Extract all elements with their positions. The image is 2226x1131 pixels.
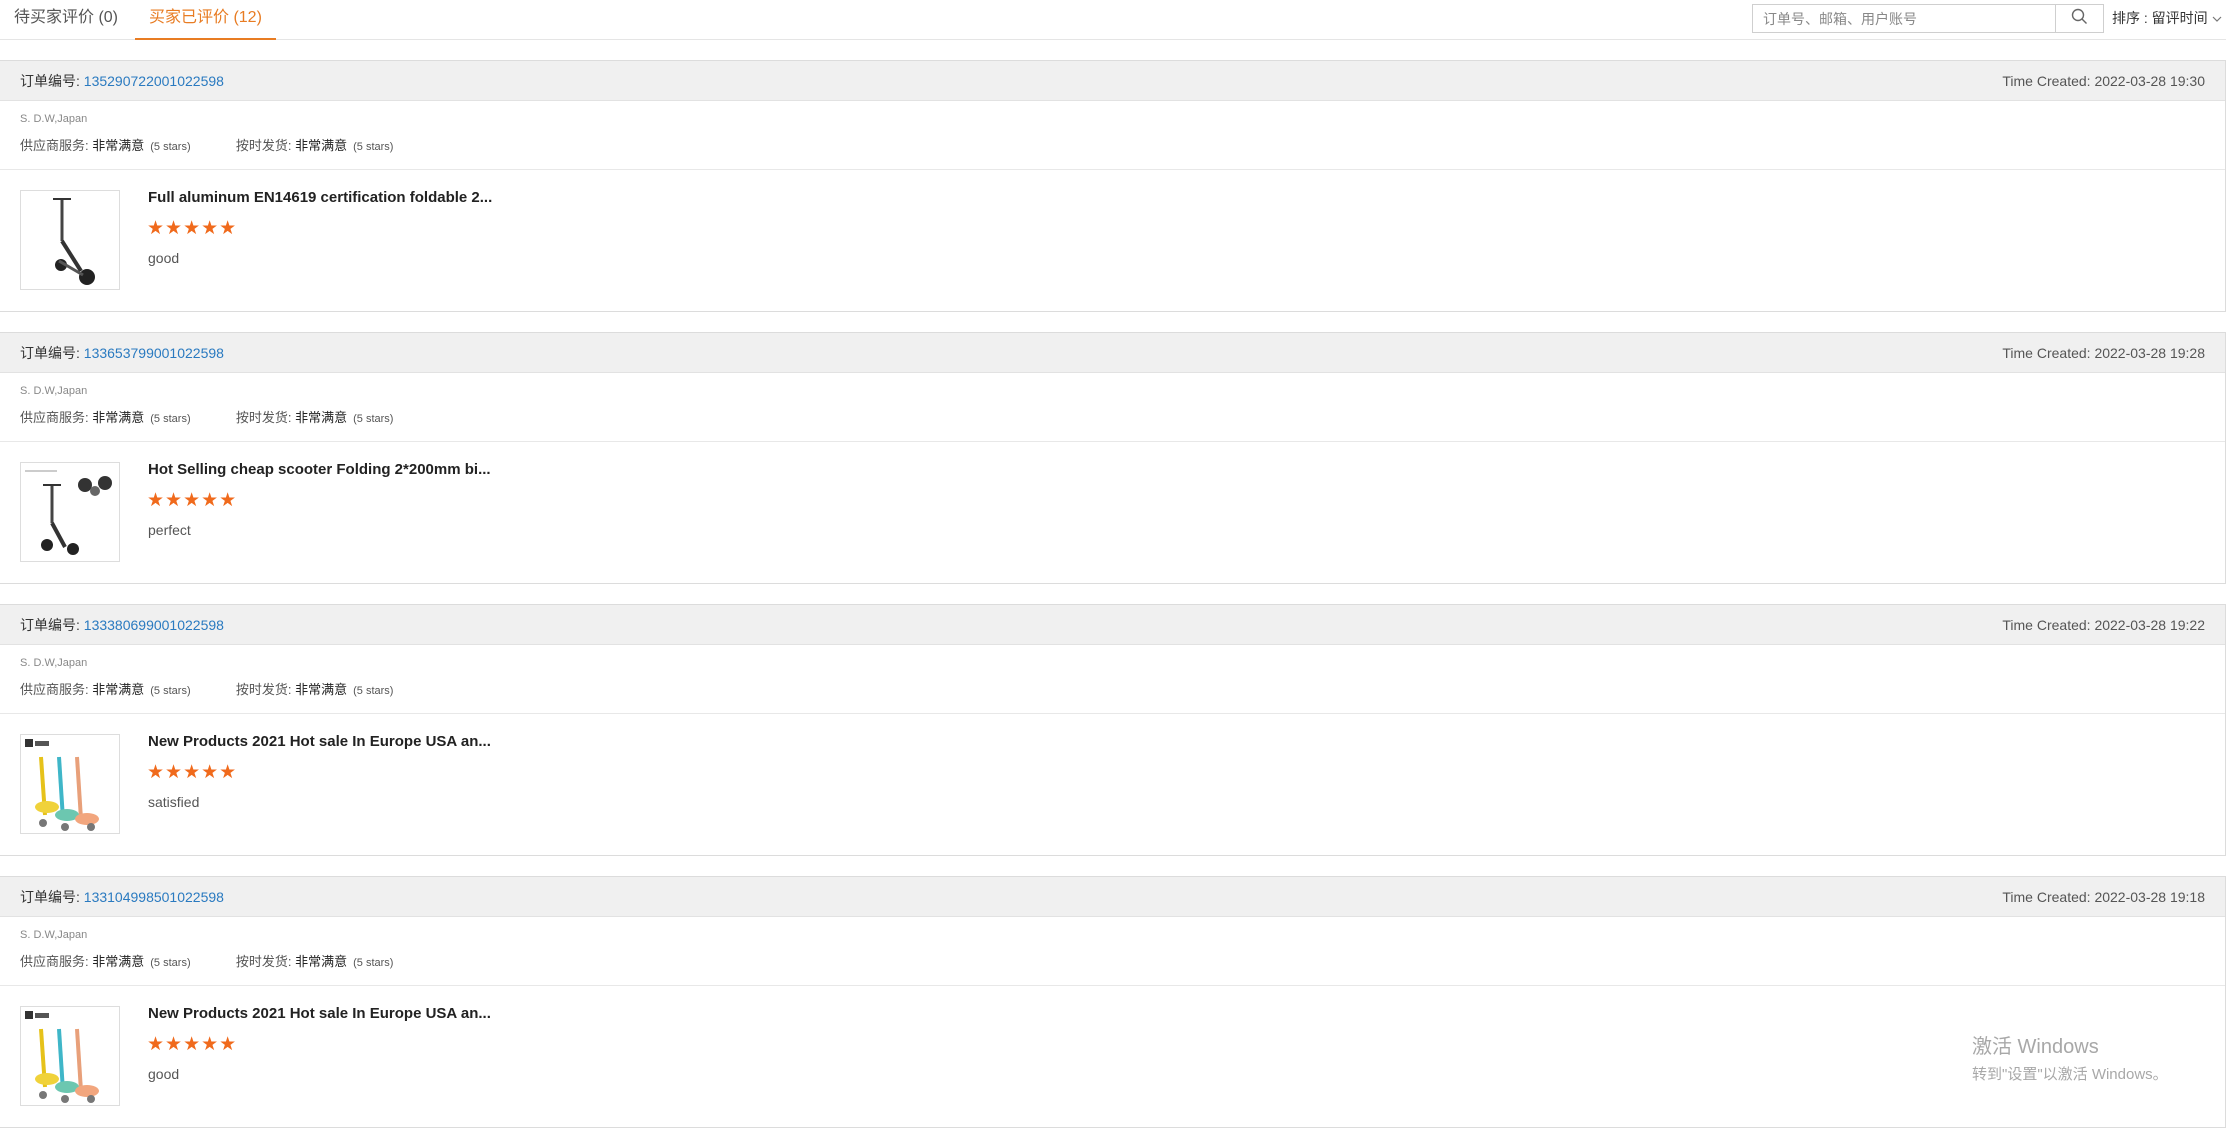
seller-ratings: S. D.W,Japan 供应商服务: 非常满意 (5 stars) 按时发货: … xyxy=(0,645,2225,714)
order-card: 订单编号: 133380699001022598 Time Created: 2… xyxy=(0,604,2226,856)
star-rating: ★★★★★ xyxy=(147,762,238,783)
order-header: 订单编号: 133380699001022598 Time Created: 2… xyxy=(0,605,2225,645)
product-thumbnail[interactable] xyxy=(20,734,120,834)
watermark-title: 激活 Windows xyxy=(1972,1036,2099,1058)
time-created-value: 2022-03-28 19:30 xyxy=(2094,73,2205,89)
time-created-label: Time Created: xyxy=(2002,617,2091,633)
sort-dropdown[interactable]: 排序 : 留评时间 xyxy=(2112,0,2222,36)
delivery-rating-stars: (5 stars) xyxy=(353,957,394,969)
order-number-label: 订单编号: xyxy=(20,345,80,361)
order-number-link[interactable]: 133380699001022598 xyxy=(84,617,224,633)
order-header: 订单编号: 133653799001022598 Time Created: 2… xyxy=(0,333,2225,373)
search-input[interactable] xyxy=(1753,5,2055,32)
seller-ratings: S. D.W,Japan 供应商服务: 非常满意 (5 stars) 按时发货: … xyxy=(0,373,2225,442)
seller-name: S. D.W,Japan xyxy=(20,113,88,125)
delivery-rating-value: 非常满意 xyxy=(295,138,348,153)
service-rating-stars: (5 stars) xyxy=(150,685,191,697)
sort-label: 排序 : 留评时间 xyxy=(2112,10,2208,26)
order-number-link[interactable]: 133104998501022598 xyxy=(84,889,224,905)
windows-activation-watermark: 激活 Windows 转到"设置"以激活 Windows。 xyxy=(1972,1030,2168,1084)
delivery-rating-label: 按时发货: xyxy=(235,410,292,425)
service-rating-label: 供应商服务: xyxy=(20,954,89,969)
search-button[interactable] xyxy=(2055,5,2103,32)
review-comment: good xyxy=(148,250,180,266)
delivery-rating-value: 非常满意 xyxy=(295,682,348,697)
product-review: Full aluminum EN14619 certification fold… xyxy=(0,170,2225,310)
review-comment: satisfied xyxy=(148,794,200,810)
order-header: 订单编号: 133104998501022598 Time Created: 2… xyxy=(0,877,2225,917)
order-card: 订单编号: 135290722001022598 Time Created: 2… xyxy=(0,60,2226,312)
service-rating-stars: (5 stars) xyxy=(150,141,191,153)
search-box xyxy=(1752,4,2104,33)
order-header: 订单编号: 135290722001022598 Time Created: 2… xyxy=(0,61,2225,101)
tab-pending-reviews[interactable]: 待买家评价 (0) xyxy=(0,0,132,40)
star-rating: ★★★★★ xyxy=(147,218,238,239)
star-rating: ★★★★★ xyxy=(147,490,238,511)
seller-name: S. D.W,Japan xyxy=(20,385,88,397)
seller-name: S. D.W,Japan xyxy=(20,929,88,941)
time-created-value: 2022-03-28 19:22 xyxy=(2094,617,2205,633)
delivery-rating-value: 非常满意 xyxy=(295,954,348,969)
watermark-subtitle: 转到"设置"以激活 Windows。 xyxy=(1972,1066,2168,1083)
tab-completed-reviews[interactable]: 买家已评价 (12) xyxy=(135,0,276,40)
time-created-label: Time Created: xyxy=(2002,345,2091,361)
product-title[interactable]: Hot Selling cheap scooter Folding 2*200m… xyxy=(148,461,491,478)
service-rating-stars: (5 stars) xyxy=(150,413,191,425)
product-title[interactable]: New Products 2021 Hot sale In Europe USA… xyxy=(148,1005,491,1022)
product-title[interactable]: New Products 2021 Hot sale In Europe USA… xyxy=(148,733,491,750)
delivery-rating-label: 按时发货: xyxy=(235,138,292,153)
time-created-label: Time Created: xyxy=(2002,889,2091,905)
review-tabs-bar: 待买家评价 (0) 买家已评价 (12) 排序 : 留评时间 xyxy=(0,0,2226,40)
delivery-rating-label: 按时发货: xyxy=(235,954,292,969)
order-card: 订单编号: 133653799001022598 Time Created: 2… xyxy=(0,332,2226,584)
review-comment: good xyxy=(148,1066,180,1082)
service-rating-value: 非常满意 xyxy=(92,682,145,697)
time-created-label: Time Created: xyxy=(2002,73,2091,89)
order-number-link[interactable]: 133653799001022598 xyxy=(84,345,224,361)
review-comment: perfect xyxy=(148,522,191,538)
product-thumbnail[interactable] xyxy=(20,462,120,562)
order-card: 订单编号: 133104998501022598 Time Created: 2… xyxy=(0,876,2226,1128)
delivery-rating-stars: (5 stars) xyxy=(353,685,394,697)
delivery-rating-stars: (5 stars) xyxy=(353,141,394,153)
product-review: New Products 2021 Hot sale In Europe USA… xyxy=(0,714,2225,854)
delivery-rating-value: 非常满意 xyxy=(295,410,348,425)
search-icon xyxy=(2071,8,2088,30)
product-title[interactable]: Full aluminum EN14619 certification fold… xyxy=(148,189,492,206)
order-number-label: 订单编号: xyxy=(20,73,80,89)
delivery-rating-label: 按时发货: xyxy=(235,682,292,697)
time-created-value: 2022-03-28 19:28 xyxy=(2094,345,2205,361)
product-review: New Products 2021 Hot sale In Europe USA… xyxy=(0,986,2225,1126)
seller-ratings: S. D.W,Japan 供应商服务: 非常满意 (5 stars) 按时发货: … xyxy=(0,101,2225,170)
star-rating: ★★★★★ xyxy=(147,1034,238,1055)
chevron-down-icon xyxy=(2212,0,2222,36)
service-rating-value: 非常满意 xyxy=(92,138,145,153)
time-created-value: 2022-03-28 19:18 xyxy=(2094,889,2205,905)
order-number-label: 订单编号: xyxy=(20,617,80,633)
order-number-label: 订单编号: xyxy=(20,889,80,905)
service-rating-value: 非常满意 xyxy=(92,410,145,425)
seller-ratings: S. D.W,Japan 供应商服务: 非常满意 (5 stars) 按时发货: … xyxy=(0,917,2225,986)
service-rating-stars: (5 stars) xyxy=(150,957,191,969)
service-rating-label: 供应商服务: xyxy=(20,138,89,153)
order-number-link[interactable]: 135290722001022598 xyxy=(84,73,224,89)
product-thumbnail[interactable] xyxy=(20,1006,120,1106)
service-rating-label: 供应商服务: xyxy=(20,682,89,697)
service-rating-value: 非常满意 xyxy=(92,954,145,969)
product-thumbnail[interactable] xyxy=(20,190,120,290)
seller-name: S. D.W,Japan xyxy=(20,657,88,669)
service-rating-label: 供应商服务: xyxy=(20,410,89,425)
product-review: Hot Selling cheap scooter Folding 2*200m… xyxy=(0,442,2225,582)
delivery-rating-stars: (5 stars) xyxy=(353,413,394,425)
